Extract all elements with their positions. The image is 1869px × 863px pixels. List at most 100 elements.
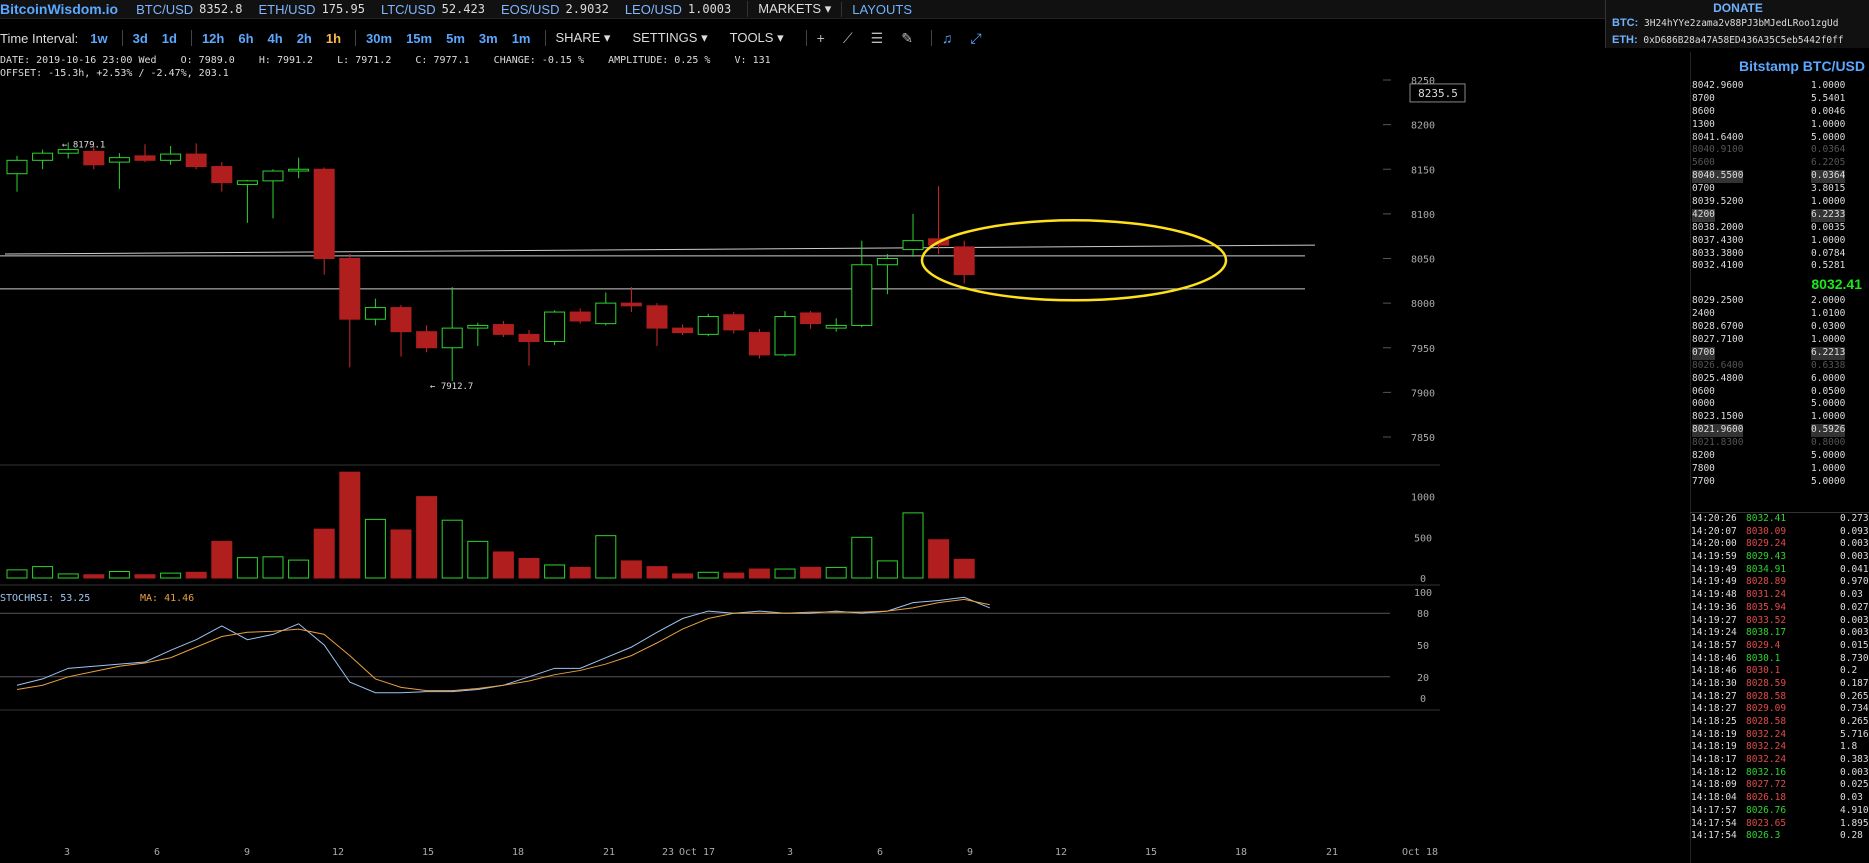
ticker-ltc[interactable]: LTC/USD 52.423 — [381, 2, 485, 17]
ask-row[interactable]: 8033.38000.07848100 — [1691, 248, 1869, 261]
trade-row: 14:18:57 8029.4 0.015 — [1690, 640, 1869, 653]
interval-15m[interactable]: 15m — [406, 31, 432, 46]
ticker-leo[interactable]: LEO/USD 1.0003 — [625, 2, 731, 17]
bid-row[interactable]: 8027.7100 1.0000 — [1691, 334, 1869, 347]
draw-pen-icon[interactable]: ✎ — [901, 30, 913, 47]
layouts-menu[interactable]: LAYOUTS — [841, 1, 922, 17]
bid-row[interactable]: 8028.67000.03007900 — [1691, 321, 1869, 334]
trade-amount: 0.03 — [1840, 589, 1863, 601]
bid-row[interactable]: 8025.4800 6.0000 — [1691, 373, 1869, 386]
trade-price: 8033.52 — [1746, 614, 1787, 626]
ask-price: 8040.9100 — [1692, 144, 1744, 156]
bid-row[interactable]: 7700 5.0000 — [1691, 476, 1869, 489]
alert-bell-icon[interactable]: ♫ — [942, 30, 953, 46]
ask-row[interactable]: 8040.5500 0.0364 — [1691, 170, 1869, 184]
volume-bar — [83, 574, 105, 579]
trendline-icon[interactable]: ⟋ — [843, 30, 853, 47]
bid-row[interactable]: 8026.6400 0.6338 — [1691, 360, 1869, 373]
interval-1w[interactable]: 1w — [90, 31, 107, 46]
markets-menu[interactable]: MARKETS ▾ — [747, 1, 841, 17]
order-book-title[interactable]: Bitstamp BTC/USD — [1739, 58, 1869, 74]
interval-4h[interactable]: 4h — [268, 31, 283, 46]
bid-row[interactable]: 0700 6.2213 — [1691, 346, 1869, 360]
bid-row[interactable]: 8021.8300 0.8000 — [1691, 437, 1869, 450]
ask-row[interactable]: 8040.9100 0.0364 — [1691, 144, 1869, 157]
interval-1d[interactable]: 1d — [162, 31, 177, 46]
price-tick-label: 7850 — [1411, 433, 1435, 444]
tools-menu[interactable]: TOOLS ▾ — [730, 30, 784, 46]
bid-row[interactable]: 7800 1.0000 — [1691, 463, 1869, 476]
donate-btc[interactable]: BTC: 3H24hYYe2zama2v88PJ3bMJedLRoo1zgUd — [1612, 15, 1869, 32]
interval-5m[interactable]: 5m — [446, 31, 465, 46]
ask-row[interactable]: 42006.22338250 — [1691, 208, 1869, 222]
donate-eth[interactable]: ETH: 0xD686B28a47A58ED436A35C5eb5442f0ff — [1612, 32, 1869, 49]
interval-3d[interactable]: 3d — [133, 31, 148, 46]
settings-menu[interactable]: SETTINGS ▾ — [632, 30, 707, 46]
donate-panel: DONATE BTC: 3H24hYYe2zama2v88PJ3bMJedLRo… — [1605, 0, 1869, 48]
trade-price: 8029.09 — [1746, 703, 1787, 715]
ask-amount: 1.0000 — [1811, 118, 1846, 130]
ticker-eos[interactable]: EOS/USD 2.9032 — [501, 2, 609, 17]
candle-body — [185, 153, 207, 168]
brand-logo[interactable]: BitcoinWisdom.io — [0, 1, 118, 17]
bid-row[interactable]: 0600 0.0500 — [1691, 386, 1869, 399]
ask-row[interactable]: 8600 0.0046 — [1691, 106, 1869, 119]
crosshair-icon[interactable]: + — [817, 30, 825, 46]
candle-body — [390, 307, 412, 333]
donate-title[interactable]: DONATE — [1606, 1, 1869, 15]
interval-2h[interactable]: 2h — [297, 31, 312, 46]
bid-price: 8028.6700 — [1692, 321, 1744, 333]
price-chart[interactable]: 7850790079508000805081008150820082508235… — [0, 55, 1690, 863]
trade-amount: 1.895 — [1840, 817, 1869, 829]
bid-row[interactable]: 24001.01007950 — [1691, 308, 1869, 321]
trade-price: 8026.3 — [1746, 830, 1781, 842]
bid-row[interactable]: 8200 5.0000 — [1691, 450, 1869, 463]
candle-body — [851, 264, 873, 326]
fullscreen-icon[interactable]: ⤢ — [970, 30, 981, 47]
stochrsi-label: STOCHRSI: 53.25 — [0, 593, 90, 604]
share-menu[interactable]: SHARE ▾ — [556, 30, 611, 46]
interval-1h[interactable]: 1h — [326, 31, 341, 46]
bid-row[interactable]: 0000 5.0000 — [1691, 398, 1869, 411]
ask-row[interactable]: 8038.20000.00358200 — [1691, 222, 1869, 235]
trade-price: 8028.58 — [1746, 716, 1787, 727]
interval-1m[interactable]: 1m — [512, 31, 531, 46]
ask-price: 8038.2000 — [1692, 221, 1744, 233]
interval-6h[interactable]: 6h — [238, 31, 253, 46]
trade-time: 14:18:09 — [1691, 779, 1737, 791]
trade-time: 14:18:17 — [1691, 754, 1737, 766]
ask-row[interactable]: 8700 5.5401 — [1691, 93, 1869, 106]
ask-amount: 3.8015 — [1811, 183, 1846, 195]
ask-row[interactable]: 8041.6400 5.0000 — [1691, 132, 1869, 145]
bid-row[interactable]: 8023.1500 1.0000 — [1691, 411, 1869, 424]
ask-row[interactable]: 8032.41000.52818050 — [1691, 260, 1869, 273]
ask-row[interactable]: 8037.43001.00008150 — [1691, 235, 1869, 248]
trade-time: 14:17:57 — [1691, 804, 1737, 816]
hlines-icon[interactable]: ☰ — [871, 30, 884, 47]
interval-12h[interactable]: 12h — [202, 31, 224, 46]
bid-row[interactable]: 8029.25002.00008000 — [1691, 295, 1869, 308]
volume-bar — [6, 569, 28, 579]
candle-body — [825, 324, 847, 329]
stochrsi-ma-label: MA: 41.46 — [140, 593, 194, 604]
ask-row[interactable]: 8042.9600 1.0000 — [1691, 80, 1869, 93]
caret-down-icon: ▾ — [701, 30, 708, 45]
bid-row[interactable]: 8021.9600 0.5926 — [1691, 424, 1869, 438]
ask-row[interactable]: 5600 6.2205 — [1691, 157, 1869, 170]
trade-row: 14:18:46 8030.1 0.2 — [1690, 665, 1869, 678]
candle-body — [6, 159, 28, 175]
ask-row[interactable]: 8039.5200 1.0000 — [1691, 196, 1869, 209]
candle-body — [83, 150, 105, 166]
ask-price: 8600 — [1692, 105, 1715, 117]
interval-30m[interactable]: 30m — [366, 31, 392, 46]
ask-price: 0700 — [1692, 183, 1715, 195]
candle-body — [467, 324, 489, 329]
trade-amount: 0.003 — [1840, 627, 1869, 639]
interval-3m[interactable]: 3m — [479, 31, 498, 46]
bid-price: 0600 — [1692, 385, 1715, 397]
candle-body — [236, 180, 258, 185]
ticker-btc[interactable]: BTC/USD 8352.8 — [136, 2, 242, 17]
ask-row[interactable]: 1300 1.0000 — [1691, 119, 1869, 132]
ticker-eth[interactable]: ETH/USD 175.95 — [259, 2, 365, 17]
ask-row[interactable]: 0700 3.8015 — [1691, 183, 1869, 196]
